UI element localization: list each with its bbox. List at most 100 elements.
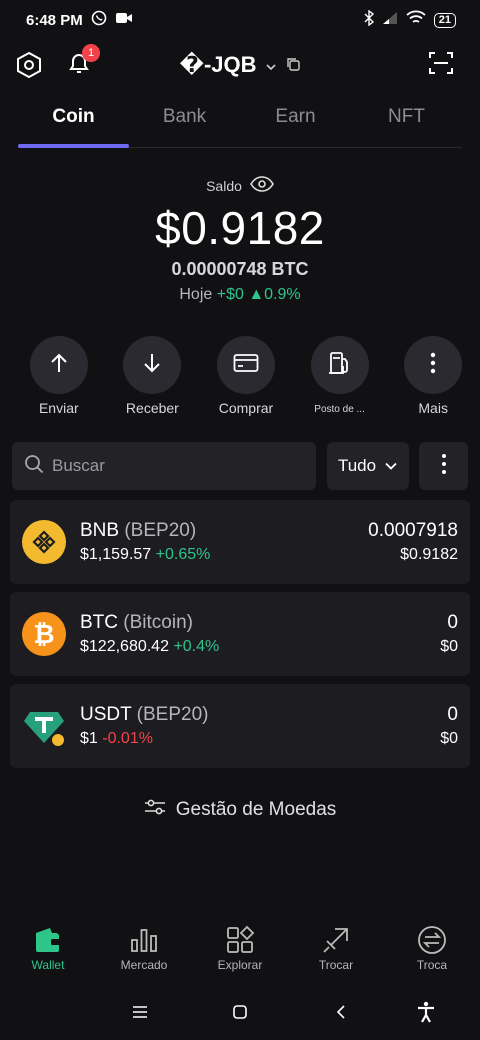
gas-station-button[interactable]: Posto de ... <box>293 336 387 426</box>
more-vertical-icon <box>430 352 436 379</box>
swap-rocket-icon <box>321 925 351 958</box>
today-change-usd: +$0 <box>216 286 244 303</box>
coin-amount: 0 <box>447 704 458 725</box>
eye-icon[interactable] <box>249 176 274 195</box>
coin-network: (BEP20) <box>124 520 197 541</box>
nav-market[interactable]: Mercado <box>96 924 192 984</box>
today-change-pct: 0.9% <box>264 286 301 303</box>
status-time: 6:48 PM <box>26 11 83 29</box>
manage-coins-button[interactable]: Gestão de Moedas <box>0 798 480 822</box>
more-label: Mais <box>418 400 448 416</box>
tab-nft[interactable]: NFT <box>351 96 462 147</box>
search-row: Tudo <box>12 442 468 490</box>
filter-dropdown[interactable]: Tudo <box>327 442 409 490</box>
coin-amount: 0 <box>447 612 458 633</box>
gas-station-icon <box>328 350 352 381</box>
more-button[interactable]: Mais <box>386 336 480 426</box>
balance-section: Saldo $0.9182 0.00000748 BTC Hoje +$0 ▲0… <box>0 176 480 304</box>
tab-bank[interactable]: Bank <box>129 96 240 147</box>
bottom-navigation: Wallet Mercado Explorar Trocar Troca <box>0 924 480 984</box>
recent-apps-icon[interactable] <box>128 1000 152 1024</box>
coin-symbol: BTC <box>80 612 118 633</box>
nav-swap[interactable]: Trocar <box>288 924 384 984</box>
usdt-logo-icon <box>22 704 66 748</box>
arrow-up-icon <box>48 352 70 379</box>
chevron-down-icon <box>384 456 398 476</box>
coin-row-btc[interactable]: ₿ BTC (Bitcoin) $122,680.42 +0.4% 0 $0 <box>10 592 470 676</box>
coin-price-line: $1 -0.01% <box>80 730 153 748</box>
balance-label: Saldo <box>206 177 242 194</box>
search-box <box>12 442 316 490</box>
balance-btc: 0.00000748 BTC <box>171 259 309 279</box>
coin-network: (Bitcoin) <box>123 612 193 633</box>
scan-button[interactable] <box>426 50 456 80</box>
battery-indicator: 21 <box>433 12 456 28</box>
manage-coins-label: Gestão de Moedas <box>175 799 337 820</box>
balance-usd: $0.9182 <box>155 202 325 254</box>
nav-market-label: Mercado <box>120 958 168 972</box>
btc-logo-icon: ₿ <box>22 612 66 656</box>
coin-name: BTC (Bitcoin) <box>80 612 193 634</box>
receive-button[interactable]: Receber <box>106 336 200 426</box>
coin-price-line: $1,159.57 +0.65% <box>80 546 210 564</box>
coin-price-line: $122,680.42 +0.4% <box>80 638 219 656</box>
coin-row-bnb[interactable]: BNB (BEP20) $1,159.57 +0.65% 0.0007918 $… <box>10 500 470 584</box>
coin-change: +0.65% <box>155 546 211 563</box>
coin-change: +0.4% <box>173 638 220 655</box>
today-label: Hoje <box>179 286 213 303</box>
chevron-down-icon <box>265 52 277 78</box>
home-icon[interactable] <box>228 1000 252 1024</box>
accessibility-icon[interactable] <box>414 1000 438 1024</box>
coin-change: -0.01% <box>102 730 153 747</box>
grid-explore-icon <box>225 925 255 958</box>
bnb-logo-icon <box>22 520 66 564</box>
tab-earn[interactable]: Earn <box>240 96 351 147</box>
wallet-selector[interactable]: �-JQB <box>0 52 480 78</box>
list-options-button[interactable] <box>419 442 468 490</box>
bluetooth-icon <box>364 9 374 30</box>
tab-coin[interactable]: Coin <box>18 96 129 148</box>
back-icon[interactable] <box>329 1000 353 1024</box>
nav-swap-label: Trocar <box>318 958 354 972</box>
scan-icon <box>428 50 454 81</box>
coin-price: $1,159.57 <box>80 546 152 563</box>
coin-row-usdt[interactable]: USDT (BEP20) $1 -0.01% 0 $0 <box>10 684 470 768</box>
nav-explore-label: Explorar <box>217 958 263 972</box>
send-button[interactable]: Enviar <box>12 336 106 426</box>
search-input[interactable] <box>52 456 292 476</box>
buy-button[interactable]: Comprar <box>199 336 293 426</box>
send-label: Enviar <box>38 400 79 416</box>
coin-price: $122,680.42 <box>80 638 169 655</box>
wallet-name: �-JQB <box>179 52 257 77</box>
filter-label: Tudo <box>337 456 377 475</box>
coin-network: (BEP20) <box>136 704 209 725</box>
arrow-down-icon <box>141 352 163 379</box>
coin-value: $0 <box>440 730 458 747</box>
receive-label: Receber <box>125 400 179 416</box>
coin-symbol: BNB <box>80 520 120 541</box>
coin-symbol: USDT <box>80 704 132 725</box>
signal-icon <box>382 11 398 29</box>
card-icon <box>233 353 259 378</box>
coin-amount: 0.0007918 <box>368 520 458 541</box>
nav-exchange[interactable]: Troca <box>384 924 480 984</box>
exchange-icon <box>417 925 447 958</box>
buy-label: Comprar <box>218 400 274 416</box>
system-navigation-bar <box>0 994 480 1030</box>
copy-icon[interactable] <box>285 52 301 78</box>
whatsapp-icon <box>91 10 107 30</box>
wallet-icon <box>33 926 63 957</box>
coin-name: BNB (BEP20) <box>80 520 196 542</box>
app-header: 1 �-JQB <box>0 44 480 88</box>
search-icon <box>24 454 44 479</box>
nav-wallet[interactable]: Wallet <box>0 924 96 984</box>
action-bar: Enviar Receber Comprar Posto de ... Mais <box>12 336 480 426</box>
nav-explore[interactable]: Explorar <box>192 924 288 984</box>
asset-tabs: Coin Bank Earn NFT <box>18 96 462 148</box>
video-camera-icon <box>115 11 133 29</box>
coin-price: $1 <box>80 730 98 747</box>
status-bar: 6:48 PM 21 <box>0 0 480 40</box>
more-vertical-icon <box>441 453 447 480</box>
coin-value: $0 <box>440 638 458 655</box>
nav-exchange-label: Troca <box>416 958 448 972</box>
